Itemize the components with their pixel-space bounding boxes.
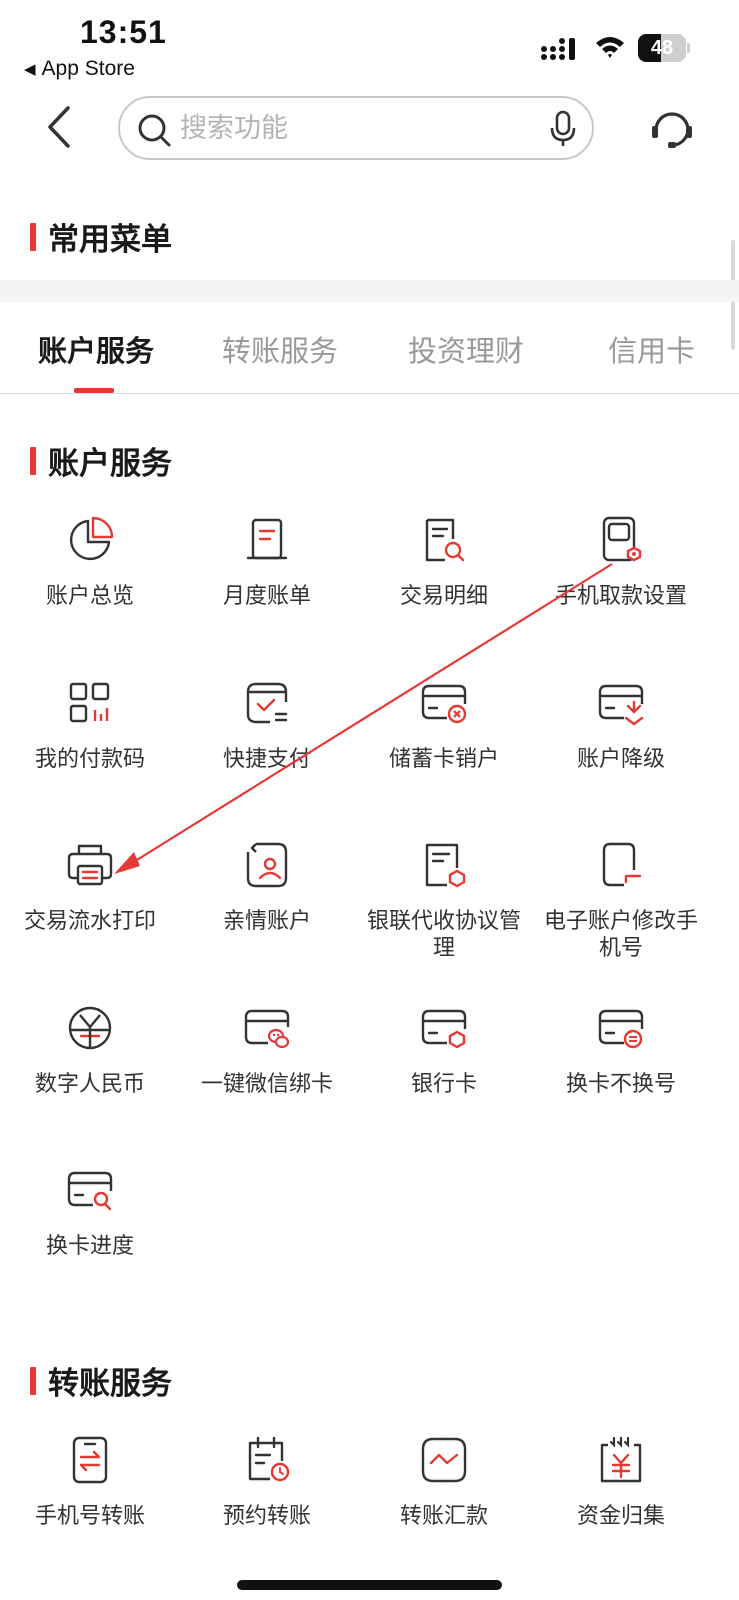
phone-settings-icon bbox=[602, 516, 642, 562]
tab-investment[interactable]: 投资理财 bbox=[408, 328, 524, 370]
menu-item-account-overview[interactable]: 账户总览 bbox=[0, 515, 180, 610]
menu-item-quick-pay[interactable]: 快捷支付 bbox=[177, 678, 357, 773]
menu-item-label: 一键微信绑卡 bbox=[200, 1072, 333, 1097]
cellular-signal-icon bbox=[541, 38, 575, 60]
card-downgrade-icon bbox=[598, 684, 644, 726]
bank-card-icon bbox=[421, 1009, 467, 1049]
menu-item-label: 银联代收协议管理 bbox=[366, 909, 521, 961]
menu-item-card-swap-progress[interactable]: 换卡进度 bbox=[0, 1165, 180, 1260]
digital-rmb-icon bbox=[68, 1006, 112, 1050]
tab-credit-card[interactable]: 信用卡 bbox=[608, 328, 695, 370]
menu-item-phone-withdrawal-settings[interactable]: 手机取款设置 bbox=[531, 515, 711, 610]
menu-item-phone-transfer[interactable]: 手机号转账 bbox=[0, 1435, 180, 1530]
back-to-app-store[interactable]: ◀ App Store bbox=[24, 57, 135, 81]
phone-transfer-icon bbox=[72, 1436, 108, 1484]
menu-item-label: 手机号转账 bbox=[34, 1504, 145, 1529]
menu-item-label: 手机取款设置 bbox=[554, 584, 687, 609]
menu-item-remittance[interactable]: 转账汇款 bbox=[354, 1435, 534, 1530]
customer-service-icon[interactable] bbox=[648, 106, 696, 150]
menu-item-label: 数字人民币 bbox=[34, 1072, 145, 1097]
menu-item-payment-code[interactable]: 我的付款码 bbox=[0, 678, 180, 773]
tab-transfer-services[interactable]: 转账服务 bbox=[222, 328, 338, 370]
menu-item-statement-print[interactable]: 交易流水打印 bbox=[0, 840, 180, 935]
section-transfer-services: 转账服务 bbox=[30, 1358, 172, 1403]
menu-item-label: 交易流水打印 bbox=[23, 909, 156, 934]
card-cancel-icon bbox=[421, 684, 467, 724]
menu-item-label: 银行卡 bbox=[410, 1072, 477, 1097]
menu-item-scheduled-transfer[interactable]: 预约转账 bbox=[177, 1435, 357, 1530]
section-title-text: 常用菜单 bbox=[48, 222, 172, 258]
status-time: 13:51 bbox=[80, 14, 167, 50]
category-tabs: 账户服务 转账服务 投资理财 信用卡 bbox=[0, 302, 739, 394]
phone-edit-icon bbox=[602, 842, 642, 887]
back-triangle-icon: ◀ bbox=[24, 61, 36, 78]
menu-item-monthly-bill[interactable]: 月度账单 bbox=[177, 515, 357, 610]
wechat-card-icon bbox=[244, 1009, 290, 1049]
menu-item-label: 我的付款码 bbox=[34, 747, 145, 772]
menu-item-debit-card-close[interactable]: 储蓄卡销户 bbox=[354, 678, 534, 773]
section-account-services: 账户服务 bbox=[30, 438, 172, 483]
wifi-icon bbox=[596, 37, 624, 58]
bill-icon bbox=[246, 518, 288, 560]
qr-code-icon bbox=[69, 682, 110, 723]
menu-item-digital-rmb[interactable]: 数字人民币 bbox=[0, 1003, 180, 1098]
card-progress-icon bbox=[67, 1171, 113, 1211]
menu-item-wechat-bind-card[interactable]: 一键微信绑卡 bbox=[177, 1003, 357, 1098]
header bbox=[0, 92, 739, 164]
fund-collect-icon bbox=[600, 1436, 642, 1483]
menu-item-label: 账户降级 bbox=[576, 747, 665, 772]
back-arrow-icon[interactable] bbox=[40, 104, 80, 150]
section-accent-bar bbox=[30, 446, 36, 475]
menu-item-card-swap-keep-number[interactable]: 换卡不换号 bbox=[531, 1003, 711, 1098]
family-account-icon bbox=[246, 842, 288, 888]
battery-level: 48 bbox=[650, 37, 674, 59]
menu-item-label: 转账汇款 bbox=[399, 1504, 488, 1529]
menu-item-unionpay-agreement[interactable]: 银联代收协议管理 bbox=[354, 840, 534, 962]
menu-item-label: 换卡不换号 bbox=[565, 1072, 676, 1097]
menu-item-label: 月度账单 bbox=[222, 584, 311, 609]
menu-item-label: 预约转账 bbox=[222, 1504, 311, 1529]
menu-item-e-account-change-phone[interactable]: 电子账户修改手机号 bbox=[531, 840, 711, 962]
menu-item-label: 亲情账户 bbox=[222, 909, 311, 934]
microphone-icon[interactable] bbox=[548, 110, 578, 148]
menu-item-transaction-details[interactable]: 交易明细 bbox=[354, 515, 534, 610]
section-title-text: 转账服务 bbox=[48, 1366, 172, 1402]
menu-item-label: 快捷支付 bbox=[222, 747, 311, 772]
divider bbox=[0, 280, 739, 302]
search-input[interactable] bbox=[180, 106, 520, 150]
menu-item-label: 账户总览 bbox=[45, 584, 134, 609]
home-indicator[interactable] bbox=[237, 1580, 502, 1590]
menu-item-bank-card[interactable]: 银行卡 bbox=[354, 1003, 534, 1098]
back-app-label: App Store bbox=[41, 57, 135, 80]
search-icon bbox=[138, 114, 171, 147]
menu-item-fund-collection[interactable]: 资金归集 bbox=[531, 1435, 711, 1530]
search-box[interactable] bbox=[118, 96, 594, 160]
tab-active-indicator bbox=[74, 388, 114, 393]
menu-item-label: 资金归集 bbox=[576, 1504, 665, 1529]
battery-indicator: 48 bbox=[638, 34, 690, 62]
section-common-menu: 常用菜单 bbox=[30, 214, 172, 259]
printer-icon bbox=[67, 844, 113, 886]
document-search-icon bbox=[425, 518, 465, 562]
menu-item-label: 电子账户修改手机号 bbox=[543, 909, 698, 961]
scheduled-transfer-icon bbox=[248, 1436, 290, 1482]
menu-item-family-account[interactable]: 亲情账户 bbox=[177, 840, 357, 935]
card-swap-icon bbox=[598, 1009, 644, 1049]
section-accent-bar bbox=[30, 222, 36, 251]
section-accent-bar bbox=[30, 1366, 36, 1395]
quick-pay-icon bbox=[246, 682, 288, 724]
tab-account-services[interactable]: 账户服务 bbox=[38, 328, 154, 370]
menu-item-label: 交易明细 bbox=[399, 584, 488, 609]
menu-item-account-downgrade[interactable]: 账户降级 bbox=[531, 678, 711, 773]
menu-item-label: 储蓄卡销户 bbox=[388, 747, 499, 772]
remittance-icon bbox=[421, 1437, 467, 1483]
section-title-text: 账户服务 bbox=[48, 446, 172, 482]
status-bar: 13:51 ◀ App Store 48 bbox=[0, 0, 739, 90]
document-shield-icon bbox=[425, 843, 466, 888]
pie-chart-icon bbox=[69, 516, 114, 561]
menu-item-label: 换卡进度 bbox=[45, 1234, 134, 1259]
